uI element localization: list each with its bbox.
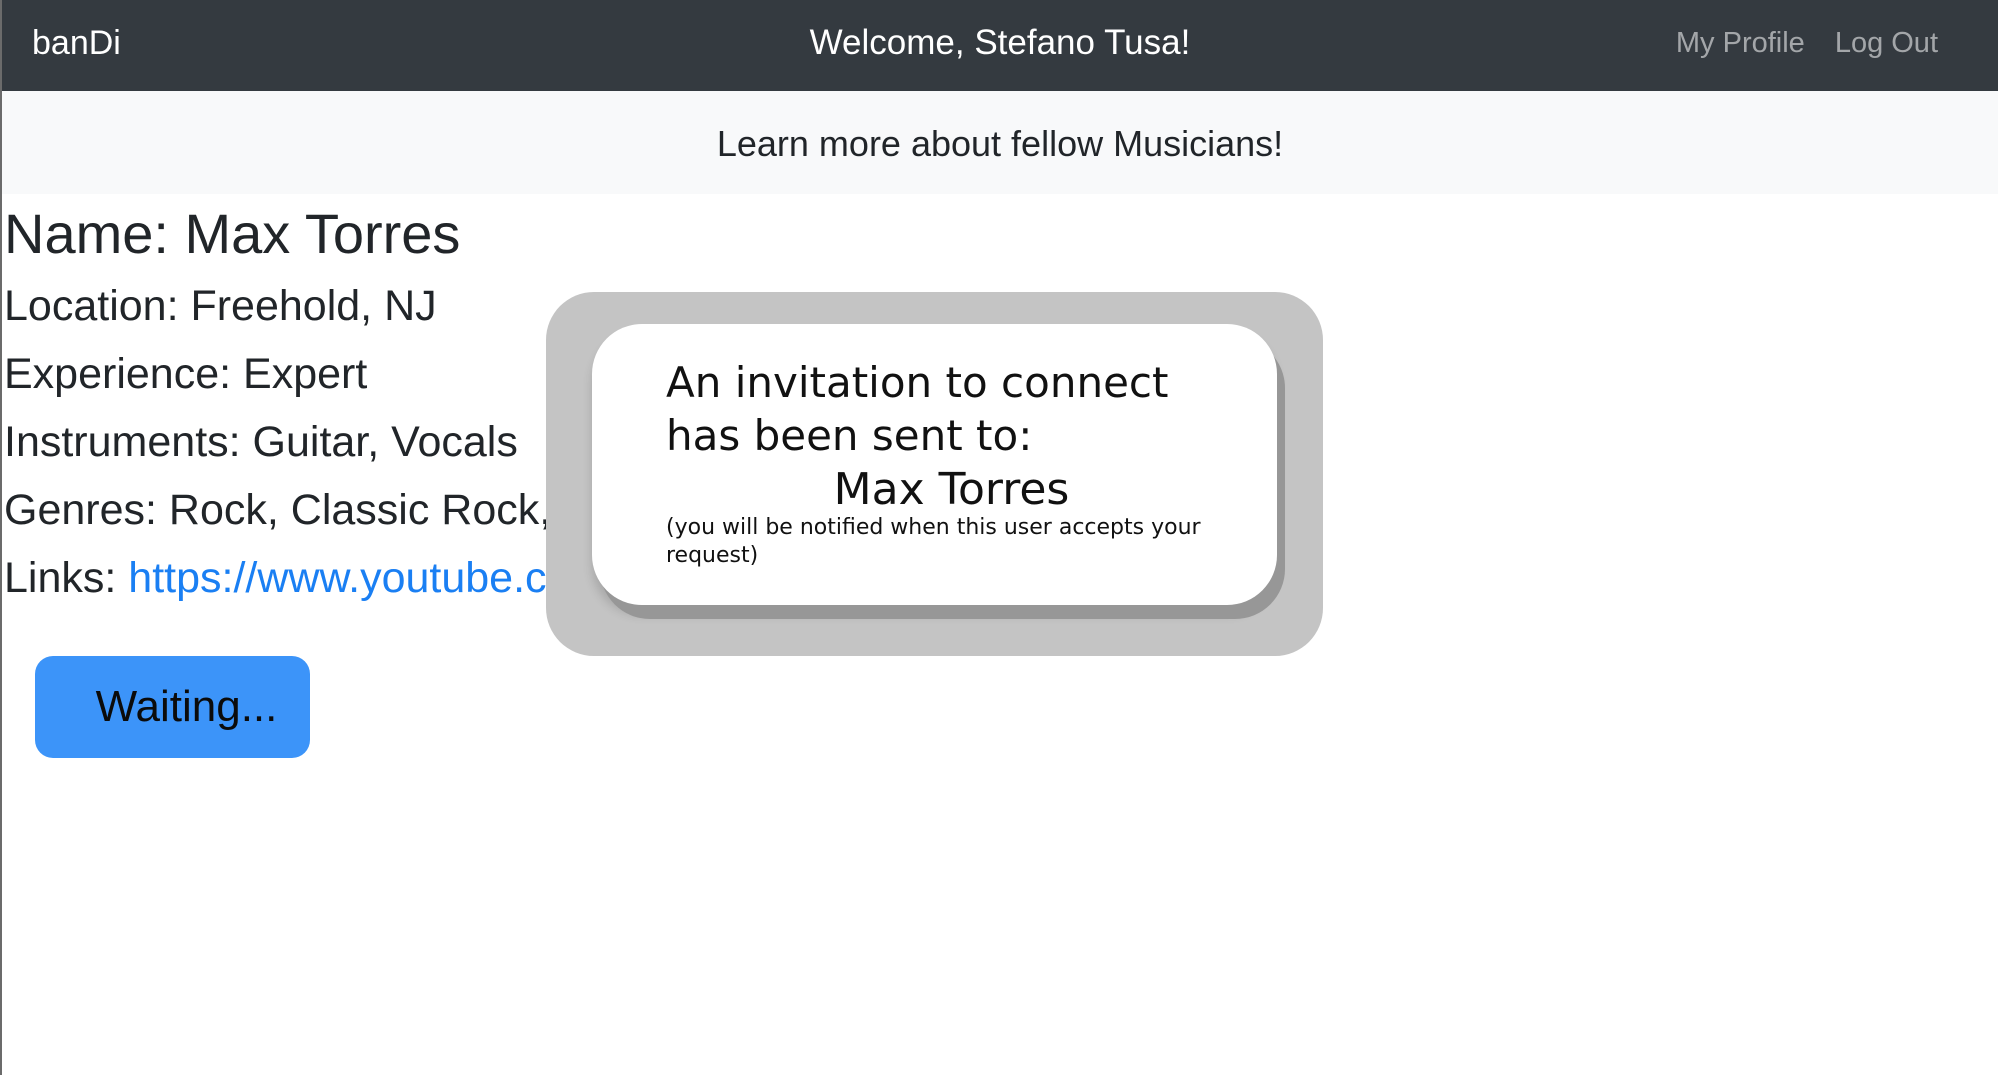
invitation-message: An invitation to connect has been sent t… [666, 358, 1169, 460]
my-profile-link[interactable]: My Profile [1676, 18, 1805, 68]
musician-profile: Name: Max Torres Location: Freehold, NJ … [4, 198, 592, 612]
profile-name: Name: Max Torres [4, 202, 461, 265]
nav-links: My Profile Log Out [1676, 18, 1938, 68]
waiting-button[interactable]: Waiting... [35, 656, 310, 758]
invitation-note: (you will be notified when this user acc… [666, 515, 1201, 568]
profile-instruments: Instruments: Guitar, Vocals [4, 418, 518, 466]
profile-links-label: Links: [4, 554, 129, 602]
profile-genres: Genres: Rock, Classic Rock, E [4, 486, 592, 534]
log-out-link[interactable]: Log Out [1835, 18, 1938, 68]
profile-experience: Experience: Expert [4, 350, 368, 398]
subheader-banner: Learn more about fellow Musicians! [2, 91, 1998, 194]
top-navbar: banDi Welcome, Stefano Tusa! My Profile … [2, 0, 1998, 91]
invitation-modal-card[interactable]: An invitation to connect has been sent t… [592, 324, 1277, 605]
profile-youtube-link[interactable]: https://www.youtube.c [128, 554, 546, 602]
page: banDi Welcome, Stefano Tusa! My Profile … [0, 0, 1998, 1075]
profile-location: Location: Freehold, NJ [4, 282, 437, 330]
invitation-modal: An invitation to connect has been sent t… [546, 292, 1323, 656]
subheader-text: Learn more about fellow Musicians! [716, 123, 1284, 164]
profile-links: Links: https://www.youtube.c [4, 544, 592, 612]
invitation-recipient: Max Torres [833, 464, 1070, 515]
